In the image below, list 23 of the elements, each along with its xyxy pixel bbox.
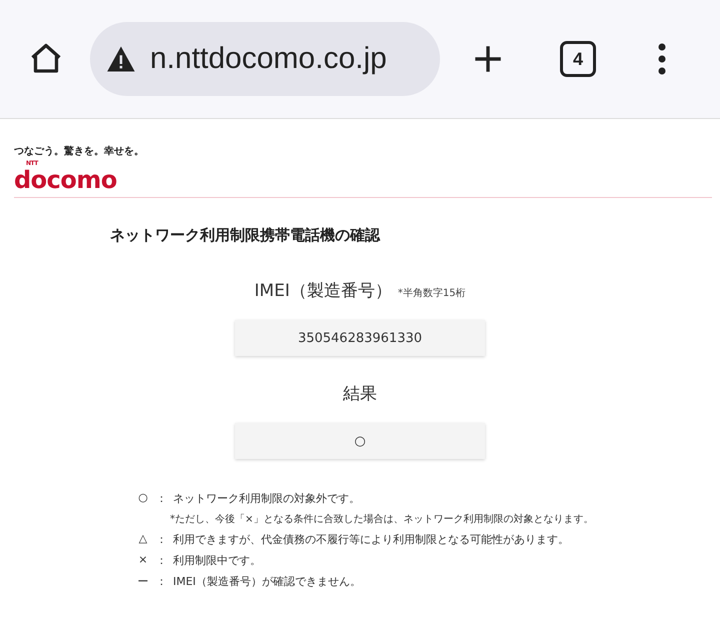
imei-note: *半角数字15桁 — [398, 286, 466, 300]
legend-symbol: ○ — [137, 491, 149, 506]
legend-separator: ： — [156, 491, 167, 506]
legend-symbol: △ — [138, 532, 148, 547]
legend-text: ネットワーク利用制限の対象外です。 — [173, 491, 360, 506]
tagline: つなごう。驚きを。幸せを。 — [14, 146, 144, 158]
imei-label: IMEI（製造番号） — [254, 280, 392, 302]
imei-field[interactable]: 350546283961330 — [235, 320, 485, 356]
legend-separator: ： — [156, 574, 167, 589]
address-bar[interactable]: n.nttdocomo.co.jp — [90, 22, 440, 96]
legend-symbol: × — [137, 553, 149, 568]
page-title: ネットワーク利用制限携帯電話機の確認 — [110, 226, 382, 245]
warning-icon[interactable] — [106, 45, 136, 73]
legend-separator: ： — [156, 553, 167, 568]
legend-symbol: ー — [136, 574, 150, 589]
legend-text: 利用制限中です。 — [173, 553, 261, 568]
result-label: 結果 — [343, 383, 377, 405]
legend-note: *ただし、今後「×」となる条件に合致した場合は、ネットワーク利用制限の対象となります。 — [170, 512, 594, 526]
legend-text: 利用できますが、代金債務の不履行等により利用制限となる可能性があります。 — [173, 532, 569, 547]
result-field: ○ — [235, 423, 485, 459]
legend-text: IMEI（製造番号）が確認できません。 — [173, 574, 361, 589]
tab-count[interactable]: 4 — [560, 41, 596, 77]
legend-separator: ： — [156, 532, 167, 547]
